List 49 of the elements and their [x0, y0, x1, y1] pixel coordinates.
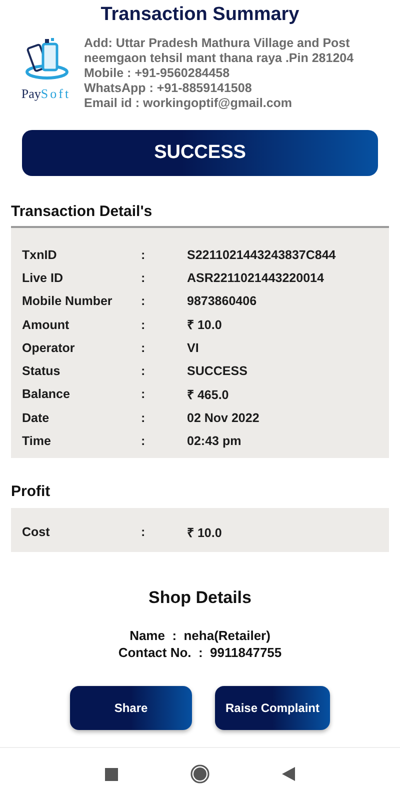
page-title: Transaction Summary	[100, 3, 300, 27]
field-separator: :	[141, 525, 146, 540]
section-heading: Transaction Detail's	[11, 203, 154, 220]
field-label: Date	[21, 410, 50, 425]
field-value: VI	[187, 340, 199, 355]
field-label: Cost	[21, 525, 51, 540]
field-label: Amount	[21, 318, 70, 332]
shop-info: Name : neha(Retailer)	[130, 626, 270, 644]
field-value: 9873860406	[187, 294, 257, 308]
phone-logo-icon	[23, 38, 69, 82]
field-value: 02:43 pm	[187, 434, 242, 448]
field-value: ₹ 465.0	[187, 386, 229, 403]
field-separator: :	[141, 340, 146, 355]
field-separator: :	[141, 248, 146, 262]
field-label: Operator	[21, 340, 76, 355]
field-label: Live ID	[21, 270, 64, 285]
action-button[interactable]: Raise Complaint	[215, 686, 330, 730]
shop-info: Contact No. : 9911847755	[118, 644, 282, 661]
field-label: Balance	[21, 387, 71, 402]
field-separator: :	[141, 294, 146, 308]
contact-line: Add: Uttar Pradesh Mathura Village and Post	[84, 36, 351, 51]
field-value: ₹ 10.0	[187, 317, 222, 334]
field-value: ₹ 10.0	[187, 524, 222, 541]
contact-line: Mobile : +91-9560284458	[84, 66, 231, 81]
action-button[interactable]: Share	[70, 686, 192, 730]
field-label: Mobile Number	[21, 294, 114, 308]
field-label: TxnID	[21, 248, 58, 262]
field-separator: :	[141, 318, 146, 332]
home-icon[interactable]	[190, 764, 210, 784]
shop-heading: Shop Details	[148, 588, 252, 608]
field-value: 02 Nov 2022	[187, 410, 260, 425]
status-banner: SUCCESS	[22, 130, 378, 176]
field-separator: :	[141, 364, 146, 378]
field-separator: :	[141, 434, 146, 448]
field-value: S2211021443243837C844	[187, 248, 336, 262]
section-heading: Profit	[11, 482, 52, 500]
field-value: ASR2211021443220014	[187, 270, 324, 285]
back-icon[interactable]	[282, 767, 295, 781]
contact-line: WhatsApp : +91-8859141508	[84, 81, 253, 96]
field-label: Status	[21, 364, 62, 378]
field-separator: :	[141, 387, 146, 402]
recents-icon[interactable]	[105, 768, 118, 780]
contact-line: Email id : workingoptif@gmail.com	[84, 96, 294, 111]
brand-name: PaySoft	[21, 86, 71, 102]
field-separator: :	[141, 410, 146, 425]
field-value: SUCCESS	[187, 364, 248, 378]
contact-line: neemgaon tehsil mant thana raya .Pin 281204	[84, 51, 354, 66]
field-separator: :	[141, 270, 146, 285]
field-label: Time	[21, 434, 52, 448]
